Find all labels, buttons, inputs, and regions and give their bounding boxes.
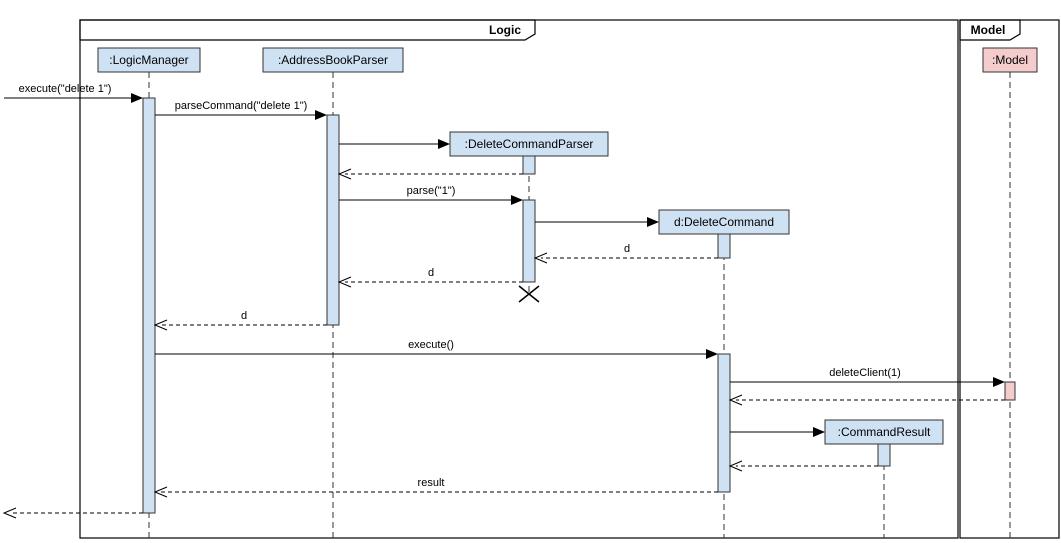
msg-create-delete-command-parser [339,139,450,149]
frame-logic [80,20,958,538]
msg-delete-client: deleteClient(1) [730,367,1005,387]
activation-delete-command-parser-parse [523,200,535,282]
msg-delete-client-return [730,395,1005,405]
msg-return-d1-label: d [624,243,630,255]
frame-logic-tab [80,20,535,40]
activation-address-book-parser [327,115,339,325]
msg-parse-command: parseCommand("delete 1") [155,100,327,120]
msg-execute-label: execute() [408,339,454,351]
msg-final-return [4,508,143,518]
lifeline-logic-manager-label: :LogicManager [109,53,188,67]
activation-delete-command-create [718,234,730,258]
msg-return-d1: d [535,243,718,263]
msg-create-command-result-return [730,461,878,471]
msg-parse: parse("1") [339,185,523,205]
msg-create-delete-command-parser-return [339,169,523,179]
activation-logic-manager [143,98,155,513]
activation-delete-command-parser-create [523,156,535,174]
activation-command-result [878,444,890,466]
lifeline-delete-command-parser-label: :DeleteCommandParser [465,137,594,151]
lifeline-command-result-label: :CommandResult [838,425,931,439]
activation-delete-command-execute [718,354,730,492]
msg-return-d2: d [339,267,523,287]
lifeline-delete-command-label: d:DeleteCommand [674,215,774,229]
lifeline-command-result: :CommandResult [825,420,943,538]
msg-return-d3: d [155,310,327,330]
msg-execute-in-label: execute("delete 1") [19,83,112,95]
frame-model-label: Model [971,23,1006,37]
msg-create-command-result [730,427,825,437]
msg-return-d2-label: d [428,267,434,279]
msg-execute-in: execute("delete 1") [4,83,143,103]
lifeline-model: :Model [983,48,1037,538]
msg-return-result-label: result [418,477,445,489]
msg-return-result: result [155,477,718,497]
lifeline-address-book-parser-label: :AddressBookParser [278,53,388,67]
frame-logic-label: Logic [489,23,521,37]
msg-execute: execute() [155,339,718,359]
msg-parse-label: parse("1") [407,185,456,197]
activation-model [1005,382,1015,400]
lifeline-model-label: :Model [992,53,1028,67]
msg-delete-client-label: deleteClient(1) [829,367,901,379]
sequence-diagram: Logic Model :LogicManager :AddressBookPa… [0,0,1061,543]
msg-create-delete-command [535,217,659,227]
msg-return-d3-label: d [241,310,247,322]
msg-parse-command-label: parseCommand("delete 1") [175,100,308,112]
